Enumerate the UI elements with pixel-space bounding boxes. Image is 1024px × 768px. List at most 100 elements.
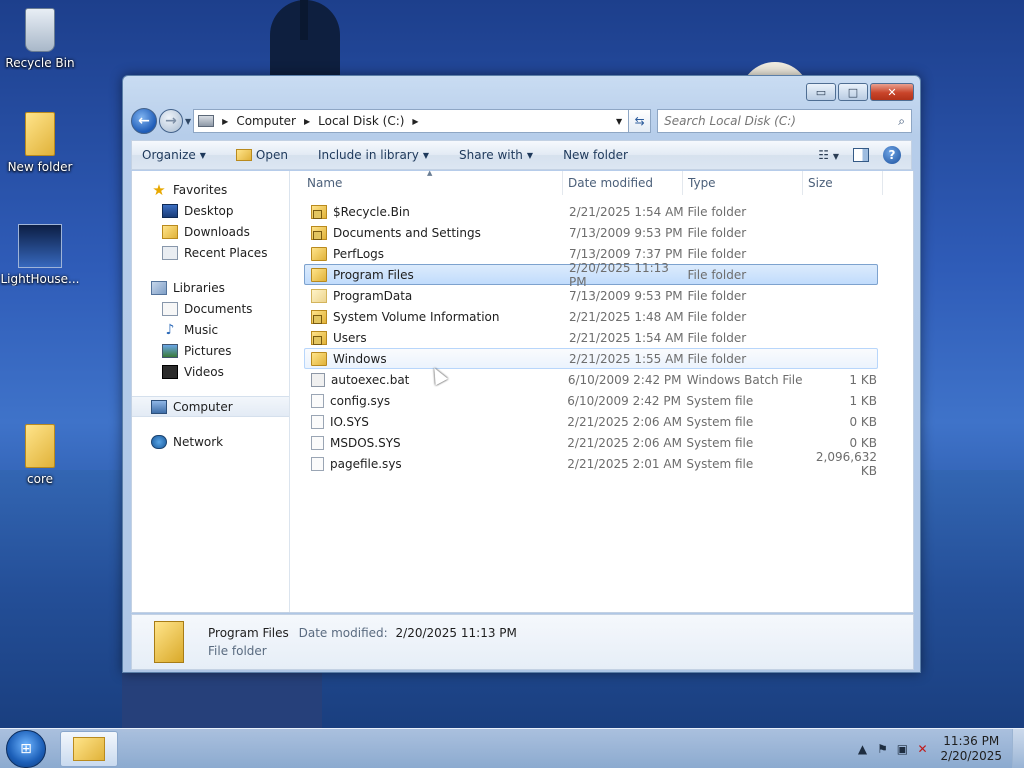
search-box[interactable]: ⌕ [657,109,912,133]
new-folder-button[interactable]: New folder [563,148,628,162]
network-tray-icon[interactable]: ▣ [892,742,912,756]
nav-item-downloads[interactable]: Downloads [132,221,289,242]
back-button[interactable]: ← [131,108,157,134]
file-date: 6/10/2009 2:42 PM [567,372,682,387]
address-dropdown-icon[interactable]: ▼ [616,117,622,126]
forward-button[interactable]: → [159,109,183,133]
column-header-date-modified[interactable]: Date modified [563,170,683,195]
system-file-icon [311,393,324,408]
hidden-folder-icon [311,288,327,303]
nav-item-videos[interactable]: Videos [132,361,289,382]
nav-item-pictures[interactable]: Pictures [132,340,289,361]
file-name: ProgramData [333,288,413,303]
system-clock[interactable]: 11:36 PM 2/20/2025 [940,734,1002,764]
close-button[interactable]: ✕ [870,83,914,101]
nav-item-computer[interactable]: Computer [132,396,289,417]
share-with-button[interactable]: Share with ▼ [459,148,533,162]
search-input[interactable] [664,114,899,128]
column-headers: ▲ Name Date modified Type Size [290,169,913,195]
breadcrumb-local-disk[interactable]: Local Disk (C:) [318,114,404,128]
column-header-size[interactable]: Size [803,170,883,195]
history-dropdown-icon[interactable]: ▼ [185,117,191,126]
explorer-window: ▭ □ ✕ ← → ▼ ▶ Computer ▶ Local Disk (C:)… [122,75,921,673]
new-folder-label: New folder [563,148,628,162]
desktop-icon-core[interactable]: core [0,424,80,486]
organize-button[interactable]: Organize ▼ [142,148,206,162]
taskbar-explorer-button[interactable] [60,731,118,767]
navigation-row: ← → ▼ ▶ Computer ▶ Local Disk (C:) ▶ ▼ ⇆… [131,107,912,135]
explorer-icon [73,737,105,761]
file-date: 2/21/2025 2:06 AM [567,435,682,450]
desktop-icon-label: LightHouse... [0,272,80,286]
file-row-selected[interactable]: Program Files 2/20/2025 11:13 PM File fo… [304,261,878,289]
column-header-type[interactable]: Type [683,170,803,195]
details-pane: Program Files Date modified: 2/20/2025 1… [131,614,914,670]
file-type: Windows Batch File [686,372,803,387]
nav-item-desktop[interactable]: Desktop [132,200,289,221]
details-title-line: Program Files Date modified: 2/20/2025 1… [208,626,517,640]
clock-date: 2/20/2025 [940,749,1002,763]
volume-muted-icon[interactable]: ✕ [912,742,932,756]
start-button[interactable]: ⊞ [6,730,46,768]
file-row[interactable]: IO.SYS 2/21/2025 2:06 AM System file 0 K… [304,411,878,432]
refresh-button[interactable]: ⇆ [629,109,652,133]
desktop-icon-lighthouse[interactable]: LightHouse... [0,224,80,286]
minimize-button[interactable]: ▭ [806,83,836,101]
chevron-down-icon: ▼ [832,152,839,161]
action-center-flag-icon[interactable]: ⚑ [872,742,892,756]
folder-icon [311,267,327,282]
file-row[interactable]: Documents and Settings 7/13/2009 9:53 PM… [304,222,878,243]
desktop-icon-label: core [27,472,53,486]
taskbar: ⊞ ▲ ⚑ ▣ ✕ 11:36 PM 2/20/2025 [0,728,1024,768]
nav-item-recent-places[interactable]: Recent Places [132,242,289,263]
file-row-hovered[interactable]: Windows 2/21/2025 1:55 AM File folder [304,348,878,369]
breadcrumb-computer[interactable]: Computer [236,114,296,128]
file-date: 2/21/2025 1:55 AM [568,351,684,366]
music-icon: ♪ [165,321,175,338]
folder-icon [25,424,55,468]
nav-item-label: Pictures [184,343,232,358]
details-date-label: Date modified: [298,626,388,640]
nav-item-favorites[interactable]: ★ Favorites [132,179,289,200]
show-desktop-button[interactable] [1012,729,1024,768]
nav-item-label: Documents [184,301,253,316]
change-view-button[interactable]: ☷ ▼ [818,148,839,162]
maximize-button[interactable]: □ [838,83,868,101]
file-row[interactable]: ProgramData 7/13/2009 9:53 PM File folde… [304,285,878,306]
nav-item-network[interactable]: Network [132,431,289,452]
desktop-icon-recycle-bin[interactable]: Recycle Bin [0,8,80,70]
nav-item-documents[interactable]: Documents [132,298,289,319]
file-row[interactable]: MSDOS.SYS 2/21/2025 2:06 AM System file … [304,432,878,453]
star-icon: ★ [152,180,166,199]
desktop-icon-new-folder[interactable]: New folder [0,112,80,174]
file-row[interactable]: System Volume Information 2/21/2025 1:48… [304,306,878,327]
help-button[interactable]: ? [883,146,901,164]
nav-item-label: Videos [184,364,224,379]
open-button[interactable]: Open [235,148,288,162]
nav-item-libraries[interactable]: Libraries [132,277,289,298]
file-row[interactable]: autoexec.bat 6/10/2009 2:42 PM Windows B… [304,369,878,390]
nav-item-music[interactable]: ♪ Music [132,319,289,340]
nav-item-label: Computer [173,399,233,414]
show-hidden-icons-icon[interactable]: ▲ [852,742,872,756]
search-icon[interactable]: ⌕ [898,114,905,129]
breadcrumb-separator-icon[interactable]: ▶ [304,117,310,126]
file-row[interactable]: pagefile.sys 2/21/2025 2:01 AM System fi… [304,450,878,478]
column-header-name[interactable]: Name [307,170,563,195]
file-row[interactable]: Users 2/21/2025 1:54 AM File folder [304,327,878,348]
address-bar[interactable]: ▶ Computer ▶ Local Disk (C:) ▶ ▼ [193,109,630,133]
help-icon: ? [888,148,896,162]
preview-pane-button[interactable] [853,148,869,162]
include-in-library-button[interactable]: Include in library ▼ [318,148,429,162]
wallpaper-tower [300,0,308,40]
back-arrow-icon: ← [138,113,150,129]
breadcrumb-separator-icon[interactable]: ▶ [412,117,418,126]
wallpaper-base [122,672,322,732]
file-list: $Recycle.Bin 2/21/2025 1:54 AM File fold… [290,195,913,478]
file-list-pane: ▲ Name Date modified Type Size $Recycle.… [290,169,913,612]
file-row[interactable]: $Recycle.Bin 2/21/2025 1:54 AM File fold… [304,201,878,222]
file-type: File folder [687,288,747,303]
file-row[interactable]: config.sys 6/10/2009 2:42 PM System file… [304,390,878,411]
file-name: pagefile.sys [330,456,402,471]
breadcrumb-separator-icon[interactable]: ▶ [222,117,228,126]
